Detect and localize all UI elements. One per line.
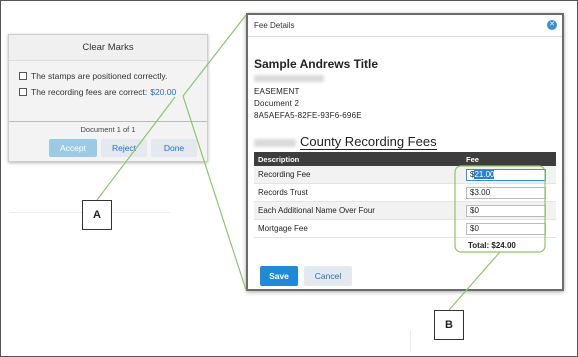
table-header: Description Fee [254,152,556,166]
dialog-header-title: Fee Details [254,21,295,30]
stamps-check-label: The stamps are positioned correctly. [31,71,168,81]
column-header-fee: Fee [466,154,479,164]
fee-description: Records Trust [258,188,308,197]
fee-details-dialog: Fee Details ✕ Sample Andrews Title EASEM… [246,13,564,291]
reject-button[interactable]: Reject [101,139,147,157]
panel-divider [9,121,207,122]
document-title: Sample Andrews Title [254,57,379,71]
table-row: Recording Fee $21.00 [254,166,556,184]
fee-description: Mortgage Fee [258,224,308,233]
document-number: Document 2 [254,99,300,108]
document-counter: Document 1 of 1 [80,125,136,134]
fee-value: 21.00 [474,170,495,179]
cancel-button[interactable]: Cancel [304,266,352,286]
fees-check-label: The recording fees are correct: [31,87,148,97]
column-header-description: Description [258,154,300,164]
callout-a: A [82,200,112,230]
redacted-county [254,75,324,82]
done-button[interactable]: Done [151,139,197,157]
fee-description: Each Additional Name Over Four [258,206,375,215]
redacted-county-name [254,139,296,147]
total-fee: Total: $24.00 [468,241,516,250]
records-trust-input[interactable]: $3.00 [466,186,546,199]
recording-fee-input[interactable]: $21.00 [466,168,546,181]
clear-marks-title: Clear Marks [9,35,207,61]
table-row: Records Trust $3.00 [254,184,556,202]
document-type: EASEMENT [254,87,300,96]
fees-check-row[interactable]: The recording fees are correct: $20.00 [19,87,176,97]
panel-button-row: Accept Reject Done [49,139,197,157]
stamps-check-row[interactable]: The stamps are positioned correctly. [19,71,167,81]
county-fees-heading: County Recording Fees [300,134,437,150]
save-button[interactable]: Save [260,266,298,286]
fee-table: Description Fee Recording Fee $21.00 Rec… [254,152,556,238]
background-line [410,330,411,352]
clear-marks-panel: Clear Marks The stamps are positioned co… [8,34,208,162]
table-row: Each Additional Name Over Four $0 [254,202,556,220]
fee-amount-link[interactable]: $20.00 [150,87,176,97]
document-id: 8A5AEFA5-82FE-93F6-696E [254,111,362,120]
fees-checkbox[interactable] [19,88,27,96]
mortgage-fee-input[interactable]: $0 [466,222,546,235]
dialog-header: Fee Details ✕ [248,15,562,37]
fee-value: 0 [474,206,479,215]
stamps-checkbox[interactable] [19,72,27,80]
table-row: Mortgage Fee $0 [254,220,556,238]
accept-button[interactable]: Accept [49,139,97,157]
table-body: Recording Fee $21.00 Records Trust $3.00… [254,166,556,238]
fee-description: Recording Fee [258,170,311,179]
callout-b: B [434,310,464,340]
fee-value: 0 [474,224,479,233]
additional-name-input[interactable]: $0 [466,204,546,217]
fee-value: 3.00 [474,188,491,197]
close-icon[interactable]: ✕ [547,20,557,30]
